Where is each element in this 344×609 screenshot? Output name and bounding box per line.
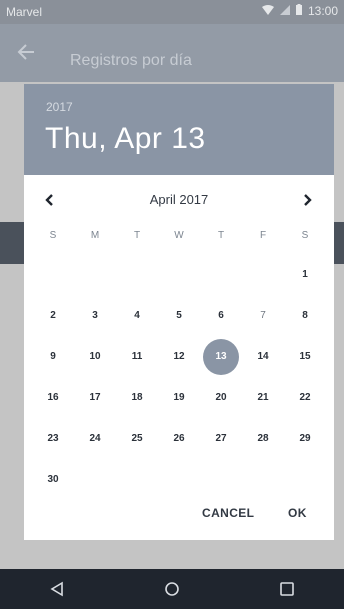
status-icons: 13:00 [261,4,338,18]
date-picker-dialog: 2017 Thu, Apr 13 April 2017 S M T W T F … [24,84,334,540]
day-number: 13 [215,351,227,362]
day-number: 15 [299,351,311,362]
day-number: 11 [131,351,143,362]
dialog-actions: CANCEL OK [24,492,334,540]
day-cell[interactable]: 28 [242,418,284,459]
empty-day-cell [32,254,74,295]
day-number: 14 [257,351,269,362]
day-number: 6 [218,310,224,321]
day-number: 5 [176,310,182,321]
day-number: 9 [50,351,56,362]
day-cell[interactable]: 24 [74,418,116,459]
month-label: April 2017 [149,192,209,207]
day-cell[interactable]: 19 [158,377,200,418]
empty-day-cell [242,254,284,295]
day-cell[interactable]: 29 [284,418,326,459]
clock: 13:00 [307,4,338,18]
battery-icon [295,4,302,18]
day-number: 4 [134,310,140,321]
weekday-label: T [217,230,225,241]
back-triangle-icon[interactable] [47,579,67,599]
day-number: 10 [89,351,101,362]
navigation-bar [0,569,344,609]
day-number: 28 [257,433,269,444]
status-bar: Marvel 13:00 [0,0,344,24]
day-number: 1 [302,269,308,280]
day-number: 17 [89,392,101,403]
month-navigation: April 2017 [24,188,334,212]
weekday-label: M [90,230,100,241]
day-number: 7 [260,310,266,321]
day-number: 29 [299,433,311,444]
day-number: 18 [131,392,143,403]
selected-day-cell[interactable]: 13 [200,336,242,377]
weekday-header: S M T W T F S [32,230,326,246]
day-number: 23 [47,433,59,444]
day-number: 22 [299,392,311,403]
weekday-label: S [301,230,309,241]
calendar-days: 1 2 3 4 5 6 7 8 9 10 11 12 13 14 15 16 1… [32,254,326,500]
empty-day-cell [158,254,200,295]
day-cell[interactable]: 17 [74,377,116,418]
day-cell[interactable]: 1 [284,254,326,295]
arrow-back-icon[interactable] [16,42,36,62]
weekday-label: F [259,230,267,241]
day-cell[interactable]: 25 [116,418,158,459]
day-cell[interactable]: 18 [116,377,158,418]
day-cell[interactable]: 6 [200,295,242,336]
day-cell[interactable]: 15 [284,336,326,377]
day-cell[interactable]: 10 [74,336,116,377]
app-bar: Registros por día [0,24,344,82]
day-cell[interactable]: 2 [32,295,74,336]
day-cell[interactable]: 7 [242,295,284,336]
day-cell[interactable]: 11 [116,336,158,377]
day-cell[interactable]: 12 [158,336,200,377]
day-number: 8 [302,310,308,321]
weekday-label: W [174,230,184,241]
day-number: 19 [173,392,185,403]
day-number: 20 [215,392,227,403]
day-cell[interactable]: 4 [116,295,158,336]
day-number: 26 [173,433,185,444]
empty-day-cell [116,254,158,295]
carrier-label: Marvel [6,5,43,19]
dialog-header: 2017 Thu, Apr 13 [24,84,334,175]
day-cell[interactable]: 3 [74,295,116,336]
day-number: 24 [89,433,101,444]
day-number: 27 [215,433,227,444]
signal-icon [279,4,290,18]
header-year[interactable]: 2017 [46,100,73,114]
cancel-button[interactable]: CANCEL [202,506,254,520]
header-date[interactable]: Thu, Apr 13 [45,122,206,156]
ok-button[interactable]: OK [288,506,307,520]
day-number: 30 [47,474,59,485]
day-cell[interactable]: 21 [242,377,284,418]
empty-day-cell [74,254,116,295]
day-cell[interactable]: 9 [32,336,74,377]
wifi-icon [261,4,274,18]
day-cell[interactable]: 5 [158,295,200,336]
day-cell[interactable]: 22 [284,377,326,418]
empty-day-cell [200,254,242,295]
weekday-label: T [133,230,141,241]
day-cell[interactable]: 14 [242,336,284,377]
chevron-right-icon[interactable] [299,192,315,208]
app-title: Registros por día [70,52,192,69]
recents-square-icon[interactable] [277,579,297,599]
day-number: 16 [47,392,59,403]
day-cell[interactable]: 20 [200,377,242,418]
weekday-label: S [49,230,57,241]
day-number: 2 [50,310,56,321]
home-circle-icon[interactable] [162,579,182,599]
day-cell[interactable]: 27 [200,418,242,459]
day-cell[interactable]: 16 [32,377,74,418]
day-number: 25 [131,433,143,444]
day-number: 12 [173,351,185,362]
day-number: 3 [92,310,98,321]
day-cell[interactable]: 26 [158,418,200,459]
day-number: 21 [257,392,269,403]
day-cell[interactable]: 23 [32,418,74,459]
day-cell[interactable]: 8 [284,295,326,336]
